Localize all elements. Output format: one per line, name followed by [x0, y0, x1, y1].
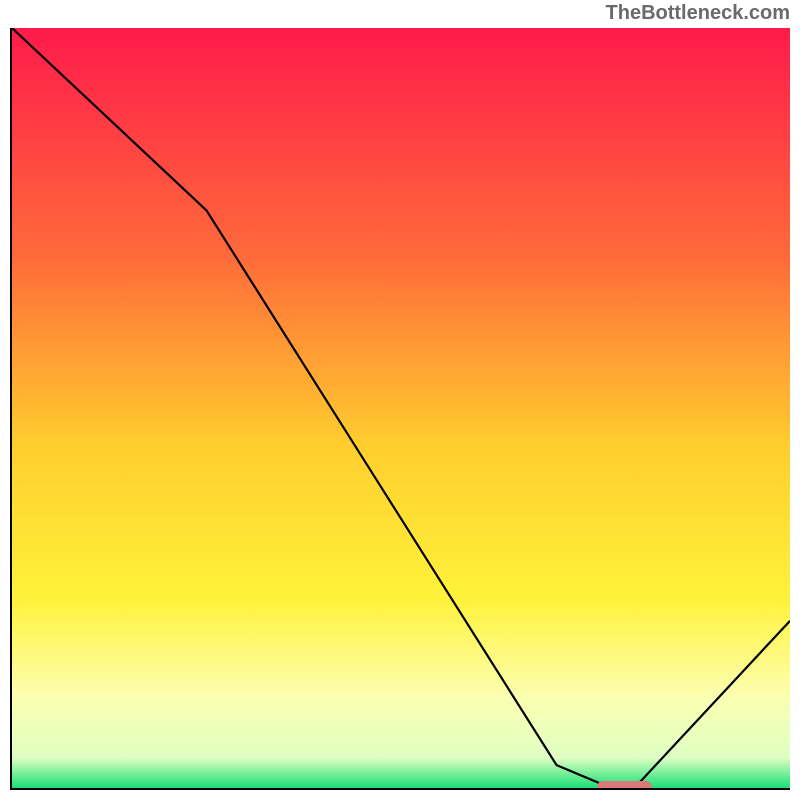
watermark-text: TheBottleneck.com [606, 2, 790, 25]
bottleneck-curve [12, 28, 790, 788]
bottleneck-chart: TheBottleneck.com [0, 0, 800, 800]
plot-area [10, 28, 790, 790]
optimal-marker [597, 781, 652, 790]
